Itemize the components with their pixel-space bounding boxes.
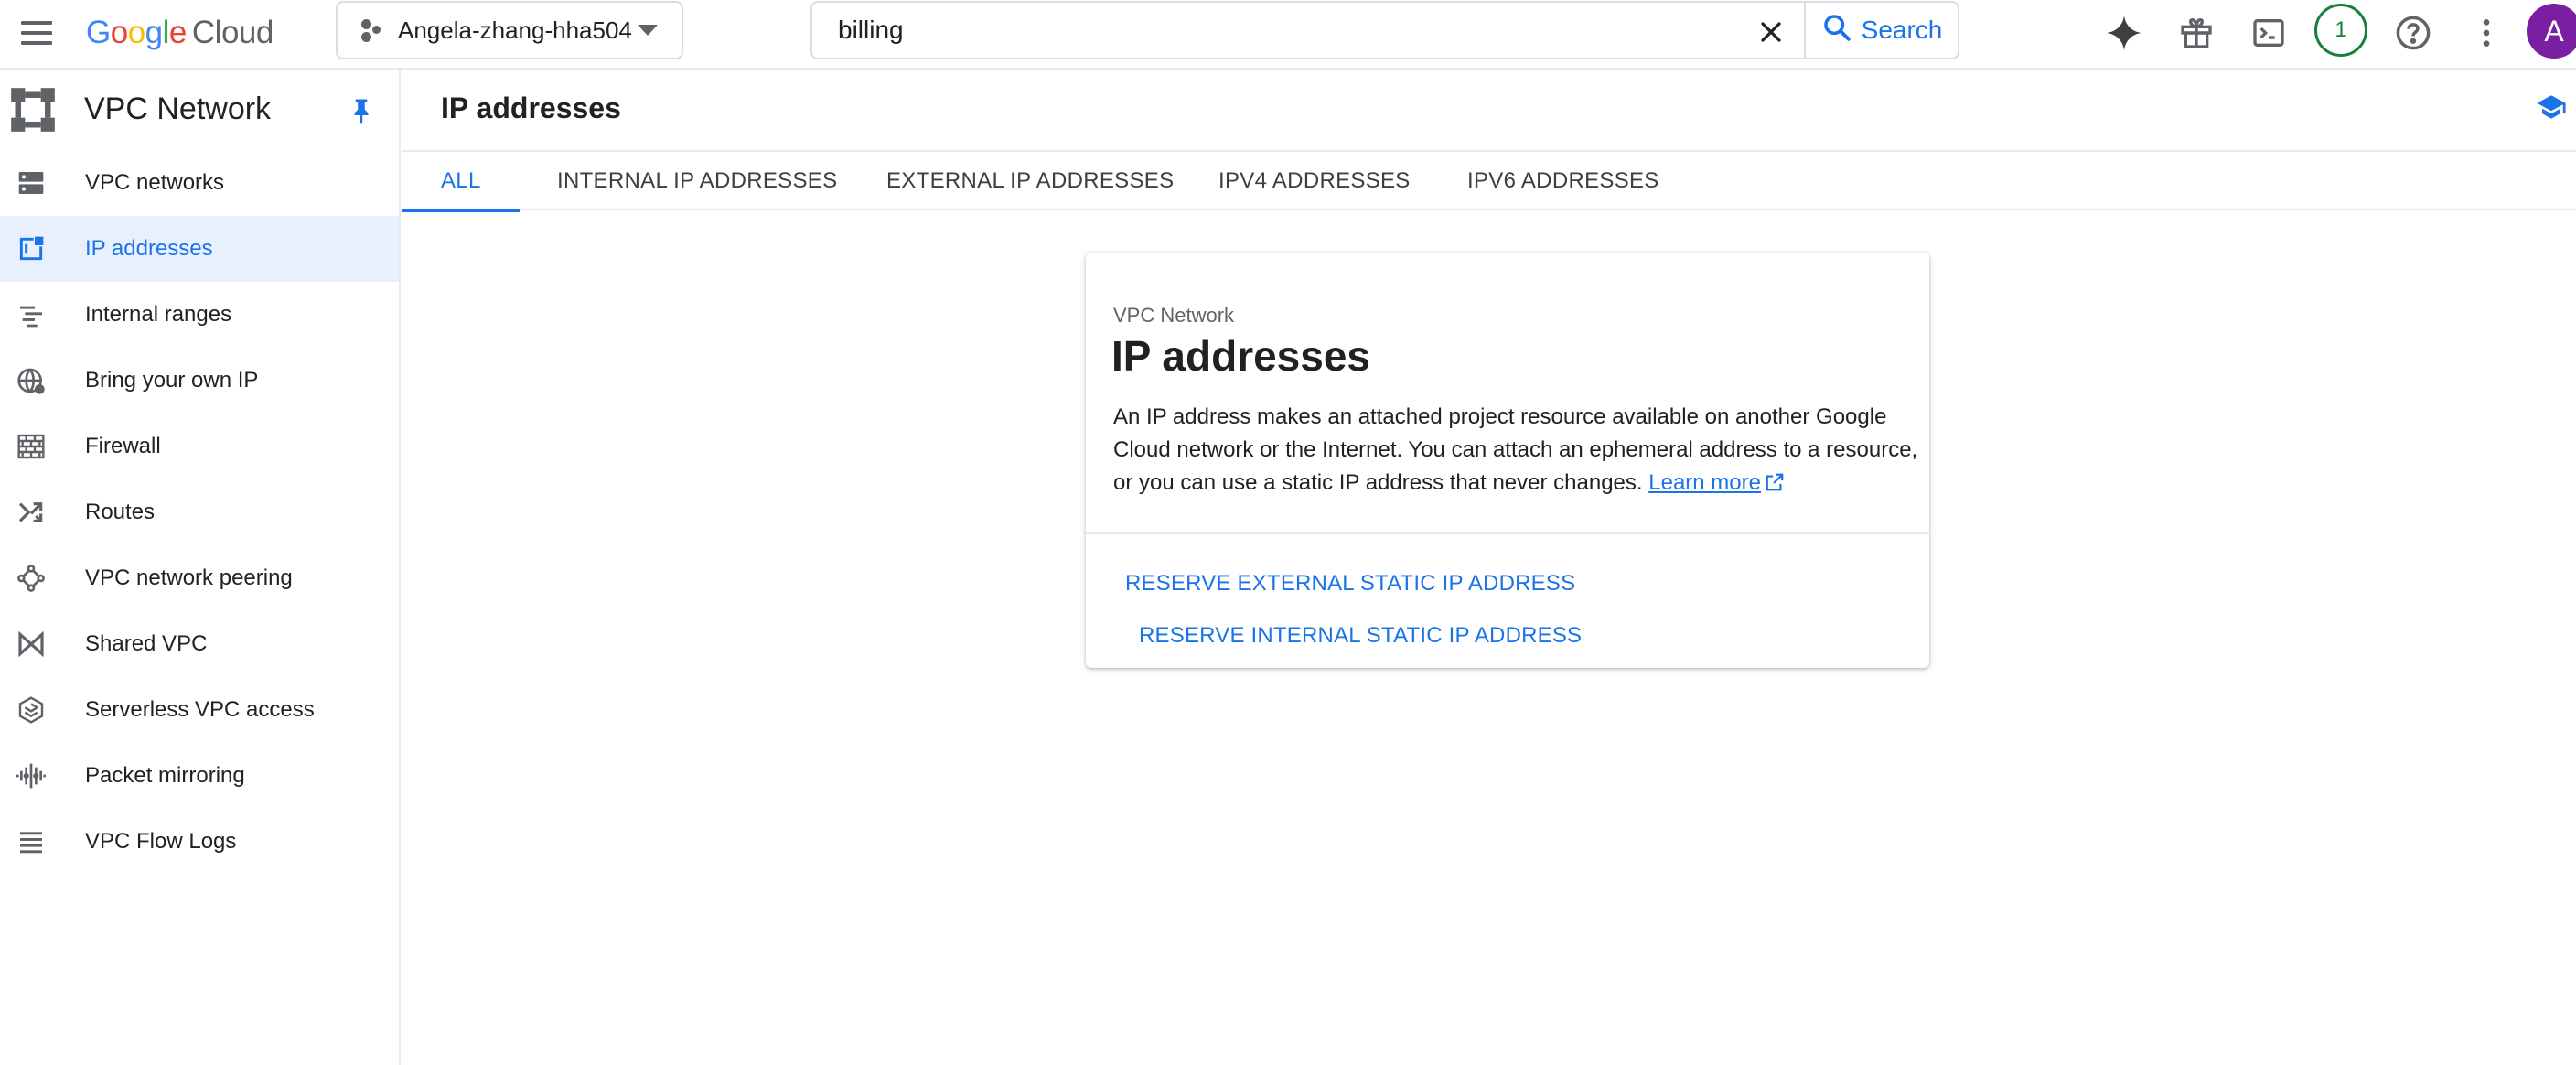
gift-icon[interactable] — [2174, 11, 2218, 55]
main-content: IP addresses ALL INTERNAL IP ADDRESSES E… — [402, 70, 2576, 1065]
cloud-shell-icon[interactable] — [2247, 11, 2291, 55]
serverless-icon — [16, 695, 46, 725]
external-link-icon — [1765, 469, 1785, 491]
sidebar-item-serverless-vpc-access[interactable]: Serverless VPC access — [0, 677, 399, 743]
sidebar-item-label: Internal ranges — [85, 302, 232, 327]
sidebar-item-label: Packet mirroring — [85, 763, 245, 788]
project-name: Angela-zhang-hha504 — [398, 16, 632, 44]
top-bar: GoogleCloud Angela-zhang-hha504 Search 1… — [0, 0, 2576, 70]
sidebar: VPC Network VPC networks IP addresses In… — [0, 70, 401, 1065]
sidebar-item-bring-your-own-ip[interactable]: Bring your own IP — [0, 348, 399, 414]
sidebar-item-label: IP addresses — [85, 236, 213, 261]
project-icon — [358, 17, 383, 43]
sidebar-item-label: VPC Flow Logs — [85, 829, 237, 854]
sidebar-item-label: VPC networks — [85, 170, 225, 195]
learn-icon[interactable] — [2536, 91, 2567, 123]
reserve-internal-static-ip-button[interactable]: RESERVE INTERNAL STATIC IP ADDRESS — [1139, 623, 1582, 649]
sidebar-item-routes[interactable]: Routes — [0, 479, 399, 545]
sidebar-item-shared-vpc[interactable]: Shared VPC — [0, 611, 399, 677]
sidebar-item-label: Shared VPC — [85, 631, 208, 656]
avatar[interactable]: A — [2527, 4, 2576, 59]
globe-icon — [16, 366, 46, 395]
card-divider — [1086, 532, 1929, 534]
card-description-text: An IP address makes an attached project … — [1113, 404, 1918, 495]
packet-mirroring-icon — [16, 761, 46, 791]
menu-icon[interactable] — [18, 15, 55, 51]
gemini-icon[interactable] — [2102, 11, 2146, 55]
sidebar-item-vpc-networks[interactable]: VPC networks — [0, 150, 399, 216]
routes-icon — [16, 498, 46, 527]
google-cloud-logo[interactable]: Go o g l e Cloud — [86, 9, 274, 57]
card-title: IP addresses — [1111, 332, 1371, 380]
tab-ipv6-addresses[interactable]: IPV6 ADDRESSES — [1467, 152, 1659, 210]
peering-icon — [16, 564, 46, 593]
firewall-icon — [16, 432, 46, 461]
tab-all[interactable]: ALL — [402, 152, 519, 212]
product-title: VPC Network — [84, 91, 272, 126]
sidebar-item-ip-addresses[interactable]: IP addresses — [0, 216, 399, 282]
notification-badge[interactable]: 1 — [2314, 4, 2367, 57]
sidebar-item-label: VPC network peering — [85, 565, 293, 590]
search-bar: Search — [810, 1, 1959, 59]
pin-icon[interactable] — [348, 95, 375, 126]
sidebar-item-label: Firewall — [85, 434, 161, 458]
card-description: An IP address makes an attached project … — [1113, 401, 1918, 500]
sidebar-item-label: Serverless VPC access — [85, 697, 315, 722]
tab-external-ip-addresses[interactable]: EXTERNAL IP ADDRESSES — [886, 152, 1174, 210]
page-title: IP addresses — [441, 91, 621, 124]
empty-state-card: VPC Network IP addresses An IP address m… — [1086, 253, 1929, 668]
reserve-external-static-ip-button[interactable]: RESERVE EXTERNAL STATIC IP ADDRESS — [1125, 571, 1575, 597]
tab-internal-ip-addresses[interactable]: INTERNAL IP ADDRESSES — [557, 152, 837, 210]
internal-ranges-icon — [16, 300, 46, 329]
search-button-label: Search — [1861, 16, 1943, 44]
search-button[interactable]: Search — [1804, 3, 1958, 58]
sidebar-item-label: Bring your own IP — [85, 368, 259, 393]
dropdown-caret-icon — [638, 25, 658, 36]
card-eyebrow: VPC Network — [1113, 304, 1235, 327]
shared-vpc-icon — [16, 629, 46, 659]
sidebar-item-firewall[interactable]: Firewall — [0, 414, 399, 479]
search-input[interactable] — [838, 16, 1753, 45]
sidebar-item-internal-ranges[interactable]: Internal ranges — [0, 282, 399, 348]
more-vert-icon[interactable] — [2464, 11, 2508, 55]
vpc-network-product-icon — [9, 86, 57, 134]
tab-ipv4-addresses[interactable]: IPV4 ADDRESSES — [1218, 152, 1411, 210]
clear-icon[interactable] — [1755, 16, 1787, 48]
sidebar-item-packet-mirroring[interactable]: Packet mirroring — [0, 743, 399, 809]
tab-bar: ALL INTERNAL IP ADDRESSES EXTERNAL IP AD… — [402, 150, 2576, 212]
sidebar-header: VPC Network — [0, 70, 399, 150]
search-icon — [1821, 12, 1852, 49]
learn-more-label: Learn more — [1648, 470, 1761, 495]
sidebar-item-label: Routes — [85, 500, 156, 524]
help-icon[interactable] — [2391, 11, 2435, 55]
vpc-networks-icon — [16, 168, 46, 198]
sidebar-item-vpc-network-peering[interactable]: VPC network peering — [0, 545, 399, 611]
learn-more-link[interactable]: Learn more — [1648, 470, 1785, 495]
sidebar-item-vpc-flow-logs[interactable]: VPC Flow Logs — [0, 809, 399, 875]
ip-addresses-icon — [16, 234, 46, 264]
project-picker[interactable]: Angela-zhang-hha504 — [336, 1, 683, 59]
flow-logs-icon — [16, 827, 46, 856]
